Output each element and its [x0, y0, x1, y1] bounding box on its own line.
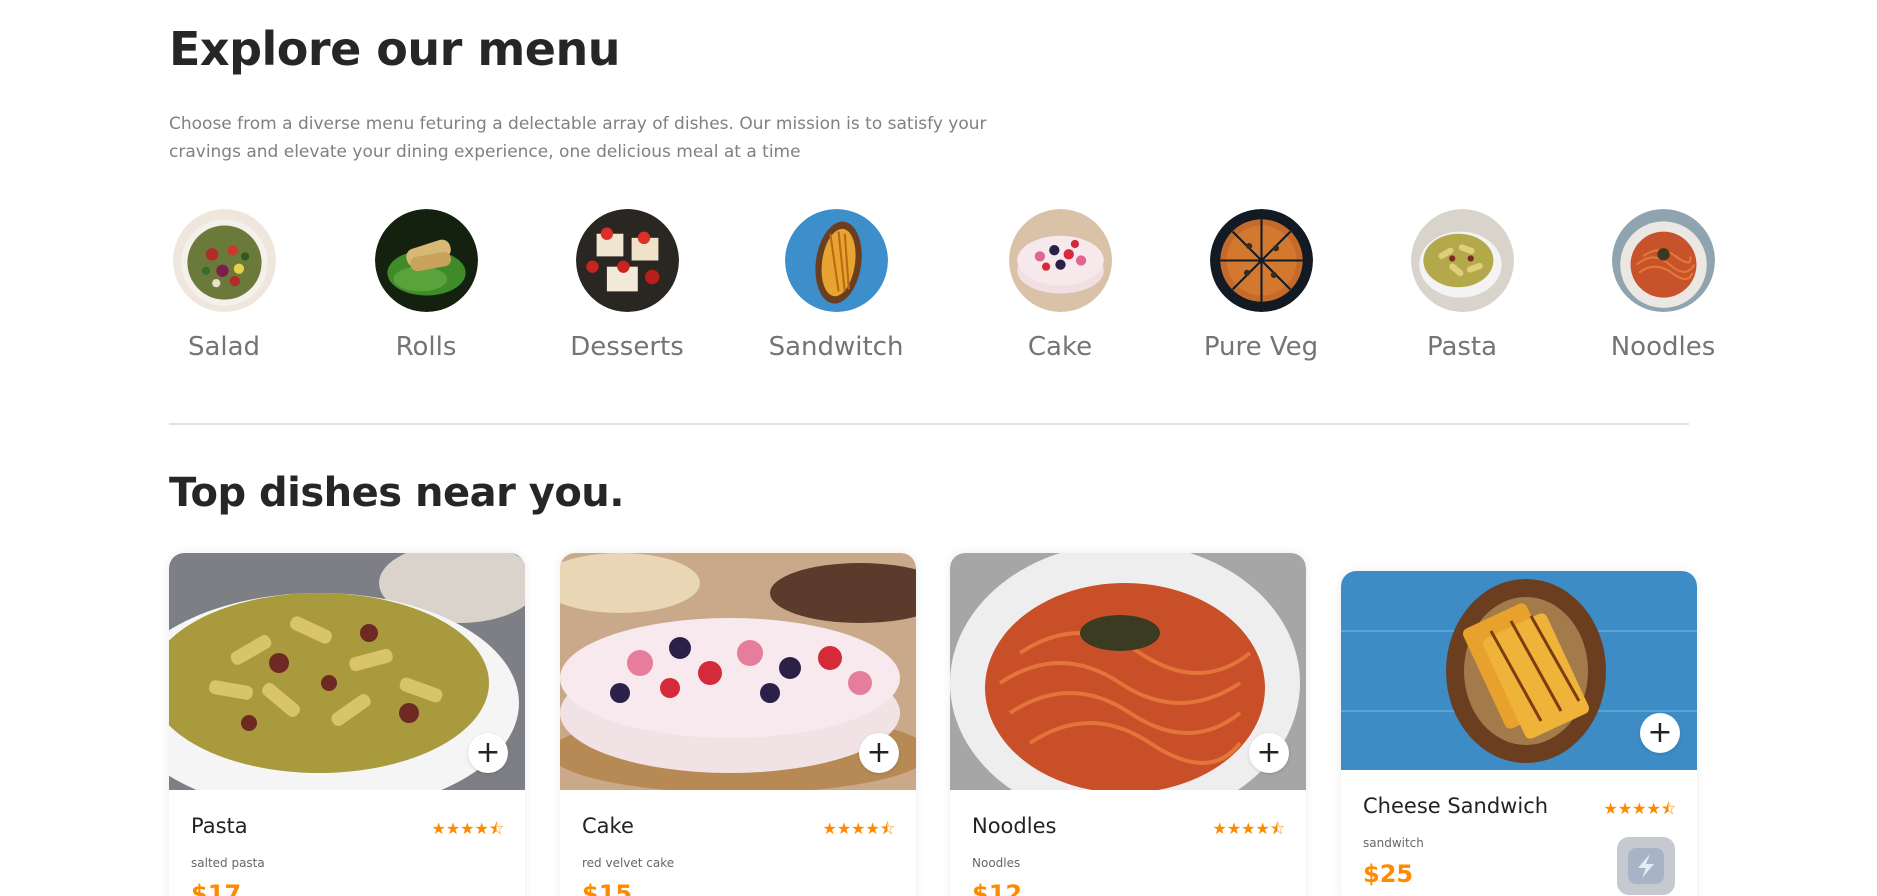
category-label: Noodles: [1610, 332, 1716, 362]
add-to-cart-button[interactable]: +: [1249, 733, 1289, 773]
rating-stars-icon: ★★★★⯪: [822, 819, 895, 838]
explore-menu-subtitle: Choose from a diverse menu feturing a de…: [169, 114, 987, 162]
salad-image: [172, 209, 276, 312]
food-description: Noodles: [972, 856, 1021, 870]
top-dishes-title: Top dishes near you.: [169, 470, 624, 516]
food-price: $15: [582, 880, 633, 896]
category-list: Salad Rolls Desserts Sandwitch Cake Pure…: [169, 209, 1715, 369]
category-label: Pure Veg: [1203, 332, 1319, 362]
category-label: Salad: [187, 332, 261, 362]
category-cake[interactable]: Cake: [985, 209, 1135, 362]
category-sandwitch[interactable]: Sandwitch: [761, 209, 911, 362]
rating-stars-icon: ★★★★⯪: [1603, 799, 1676, 818]
food-description: salted pasta: [191, 856, 265, 870]
add-to-cart-button[interactable]: +: [859, 733, 899, 773]
food-price: $12: [972, 880, 1023, 896]
food-image-cheese-sandwich: +: [1341, 571, 1697, 770]
category-label: Pasta: [1426, 332, 1498, 362]
cake-image: [1008, 209, 1112, 312]
food-card-pasta[interactable]: + Pasta ★★★★⯪ salted pasta $17: [169, 553, 525, 896]
food-info: Noodles ★★★★⯪ Noodles $12: [950, 790, 1306, 896]
food-description: red velvet cake: [582, 856, 675, 870]
food-info: Pasta ★★★★⯪ salted pasta $17: [169, 790, 525, 896]
category-label: Cake: [1027, 332, 1093, 362]
food-card-cheese-sandwich[interactable]: + Cheese Sandwich ★★★★⯪ sandwitch $25: [1341, 571, 1697, 896]
food-info: Cheese Sandwich ★★★★⯪ sandwitch $25: [1341, 770, 1697, 896]
food-image-pasta: +: [169, 553, 525, 790]
food-card-cake[interactable]: + Cake ★★★★⯪ red velvet cake $15: [560, 553, 916, 896]
category-desserts[interactable]: Desserts: [552, 209, 702, 362]
category-label: Desserts: [570, 332, 684, 362]
category-pasta[interactable]: Pasta: [1387, 209, 1537, 362]
category-pure-veg[interactable]: Pure Veg: [1186, 209, 1336, 362]
food-image-noodles: +: [950, 553, 1306, 790]
extension-logo-icon[interactable]: [1617, 837, 1675, 895]
rating-stars-icon: ★★★★⯪: [431, 819, 504, 838]
pure-veg-image: [1209, 209, 1313, 312]
section-divider: [169, 423, 1689, 425]
category-label: Sandwitch: [768, 332, 904, 362]
category-rolls[interactable]: Rolls: [351, 209, 501, 362]
pasta-image: [1410, 209, 1514, 312]
rating-stars-icon: ★★★★⯪: [1212, 819, 1285, 838]
category-salad[interactable]: Salad: [149, 209, 299, 362]
explore-menu-title: Explore our menu: [169, 22, 620, 76]
add-to-cart-button[interactable]: +: [468, 733, 508, 773]
food-card-noodles[interactable]: + Noodles ★★★★⯪ Noodles $12: [950, 553, 1306, 896]
noodles-image: [1611, 209, 1715, 312]
menu-page: Explore our menu Choose from a diverse m…: [0, 0, 1877, 896]
category-label: Rolls: [395, 332, 457, 362]
category-noodles[interactable]: Noodles: [1588, 209, 1738, 362]
food-price: $17: [191, 880, 242, 896]
rolls-image: [374, 209, 478, 312]
sandwitch-image: [784, 209, 888, 312]
food-info: Cake ★★★★⯪ red velvet cake $15: [560, 790, 916, 896]
desserts-image: [575, 209, 679, 312]
food-image-cake: +: [560, 553, 916, 790]
add-to-cart-button[interactable]: +: [1640, 713, 1680, 753]
